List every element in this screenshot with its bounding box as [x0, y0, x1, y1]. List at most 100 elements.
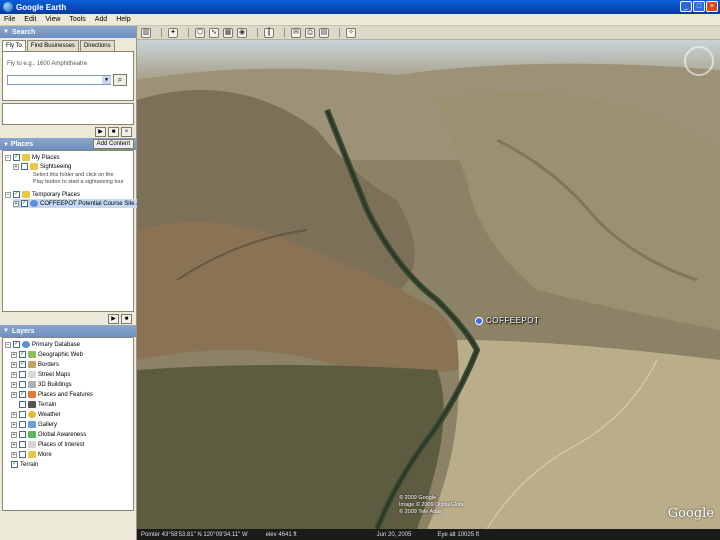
list-item[interactable]: + ✓ Geographic Web [11, 350, 83, 359]
menu-file[interactable]: File [4, 16, 15, 23]
close-button[interactable]: × [706, 1, 718, 12]
checkbox[interactable] [21, 163, 28, 170]
list-item[interactable]: − ✓ Temporary Places [5, 190, 80, 199]
add-content-button[interactable]: Add Content [92, 139, 134, 149]
menu-view[interactable]: View [45, 16, 60, 23]
list-item[interactable]: + 3D Buildings [11, 380, 72, 389]
tree-label: Weather [38, 411, 61, 418]
clear-button[interactable]: × [121, 126, 132, 137]
checkbox[interactable]: ✓ [13, 341, 20, 348]
checkbox[interactable]: ✓ [11, 461, 18, 468]
list-item[interactable]: − ✓ Primary Database [5, 340, 80, 349]
search-results[interactable] [2, 103, 134, 125]
collapse-toggle-icon[interactable]: − [5, 191, 11, 198]
copyright-line: © 2009 Tele Atlas [399, 509, 442, 515]
list-item[interactable]: ✓ Terrain [11, 460, 38, 469]
tab-fly-to[interactable]: Fly To [2, 40, 26, 51]
play-tour-button[interactable]: ▶ [108, 313, 119, 324]
checkbox[interactable]: ✓ [13, 154, 20, 161]
checkbox[interactable] [19, 401, 26, 408]
search-panel-header[interactable]: ▼ Search [0, 26, 136, 38]
fly-to-input[interactable] [7, 75, 111, 85]
expand-toggle-icon[interactable]: + [11, 351, 17, 358]
list-item[interactable]: + Sightseeing [13, 162, 71, 171]
collapse-icon[interactable]: ▼ [3, 328, 9, 334]
tab-find-businesses[interactable]: Find Businesses [26, 40, 79, 51]
menu-edit[interactable]: Edit [24, 16, 36, 23]
checkbox[interactable] [19, 381, 26, 388]
google-logo: Google [667, 506, 714, 521]
minimize-button[interactable]: _ [680, 1, 692, 12]
google-earth-window: Google Earth _ □ × File Edit View Tools … [0, 0, 720, 540]
checkbox[interactable]: ✓ [19, 351, 26, 358]
list-item[interactable]: + More [11, 450, 52, 459]
expand-toggle-icon[interactable]: + [11, 391, 17, 398]
menu-add[interactable]: Add [95, 16, 107, 23]
checkbox[interactable]: ✓ [21, 200, 28, 207]
play-tour-button[interactable]: ▶ [95, 126, 106, 137]
list-item[interactable]: + Places of Interest [11, 440, 84, 449]
layer-icon [28, 361, 36, 368]
path-tool-icon[interactable]: ∿ [209, 27, 219, 38]
expand-toggle-icon[interactable]: + [11, 421, 17, 428]
ruler-icon[interactable]: ┃ [264, 27, 274, 38]
checkbox[interactable]: ✓ [13, 191, 20, 198]
list-item[interactable]: + ✓ Borders [11, 360, 59, 369]
history-dropdown-icon[interactable]: ▼ [102, 76, 111, 84]
menu-tools[interactable]: Tools [69, 16, 85, 23]
maximize-button[interactable]: □ [693, 1, 705, 12]
sky-icon[interactable]: ✧ [346, 27, 356, 38]
list-item[interactable]: + ✓ Places and Features [11, 390, 93, 399]
expand-toggle-icon[interactable]: + [13, 163, 19, 170]
maps-icon[interactable]: ▤ [319, 27, 329, 38]
checkbox[interactable] [19, 421, 26, 428]
expand-toggle-icon[interactable]: + [11, 381, 17, 388]
expand-toggle-icon[interactable]: + [13, 200, 19, 207]
collapse-icon[interactable]: ▼ [3, 29, 9, 35]
earth-3d-view[interactable]: COFFEEPOT © 2009 Google Image © 2009 Dig… [137, 40, 720, 529]
places-panel-header[interactable]: ▼ Places Add Content [0, 138, 136, 150]
layers-panel-header[interactable]: ▼ Layers [0, 325, 136, 337]
tour-tool-icon[interactable]: ◉ [237, 27, 247, 38]
list-item[interactable]: + Gallery [11, 420, 57, 429]
checkbox[interactable]: ✓ [19, 361, 26, 368]
checkbox[interactable] [19, 371, 26, 378]
checkbox[interactable] [19, 451, 26, 458]
placemark-coffeepot[interactable]: COFFEEPOT [475, 316, 539, 325]
placemark-pin-icon[interactable] [475, 316, 483, 325]
list-item[interactable]: + Weather [11, 410, 61, 419]
list-item[interactable]: − ✓ My Places [5, 153, 60, 162]
checkbox[interactable] [19, 431, 26, 438]
collapse-toggle-icon[interactable]: − [5, 154, 11, 161]
stop-button[interactable]: ■ [108, 126, 119, 137]
email-icon[interactable]: ✉ [291, 27, 301, 38]
search-controls: ▶ ■ × [0, 125, 136, 138]
expand-toggle-icon[interactable]: + [11, 431, 17, 438]
tree-label: Geographic Web [38, 351, 83, 358]
print-icon[interactable]: ⎙ [305, 27, 315, 38]
tab-directions[interactable]: Directions [79, 40, 115, 51]
list-item[interactable]: + Global Awareness [11, 430, 86, 439]
menu-help[interactable]: Help [116, 16, 130, 23]
checkbox[interactable]: ✓ [19, 391, 26, 398]
placemark-tool-icon[interactable]: ✦ [168, 27, 178, 38]
checkbox[interactable] [19, 411, 26, 418]
expand-toggle-icon[interactable]: + [11, 441, 17, 448]
list-item[interactable]: Terrain [19, 400, 56, 409]
expand-toggle-icon[interactable]: + [11, 371, 17, 378]
expand-toggle-icon[interactable]: + [11, 451, 17, 458]
polygon-tool-icon[interactable]: ⬠ [195, 27, 205, 38]
search-button[interactable]: ⌕ [113, 74, 127, 86]
checkbox[interactable] [19, 441, 26, 448]
tree-label: Terrain [38, 401, 57, 408]
placemark-label[interactable]: COFFEEPOT [486, 316, 539, 325]
navigation-control[interactable] [684, 46, 714, 76]
sidebar-toggle-icon[interactable]: ▥ [141, 27, 151, 38]
list-item[interactable]: + Street Maps [11, 370, 70, 379]
overlay-tool-icon[interactable]: ▦ [223, 27, 233, 38]
stop-button[interactable]: ■ [121, 313, 132, 324]
collapse-toggle-icon[interactable]: − [5, 341, 11, 348]
collapse-icon[interactable]: ▼ [3, 142, 9, 148]
expand-toggle-icon[interactable]: + [11, 361, 17, 368]
expand-toggle-icon[interactable]: + [11, 411, 17, 418]
